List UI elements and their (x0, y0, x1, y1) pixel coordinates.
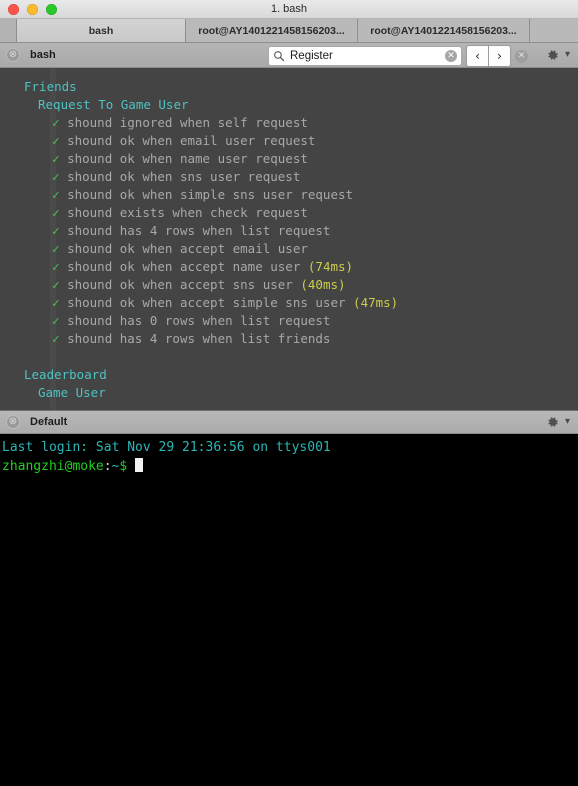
suite-heading-game-user: Game User (38, 385, 106, 400)
find-next-button[interactable]: › (488, 46, 510, 66)
pass-tick-icon: ✓ (52, 115, 60, 130)
title-bar: 1. bash (0, 0, 578, 19)
suite-heading-friends: Friends (24, 79, 77, 94)
top-pane-title: bash (30, 49, 56, 61)
suite-heading-request-to-game-user: Request To Game User (38, 97, 189, 112)
test-label: shound ok when accept name user (67, 259, 301, 274)
tab-bar-left-spacer (0, 19, 17, 42)
test-label: shound ok when accept sns user (67, 277, 293, 292)
find-nav-control: ‹ › (466, 45, 511, 67)
pass-tick-icon: ✓ (52, 169, 60, 184)
tab-bash[interactable]: bash (17, 19, 186, 42)
close-pane-icon[interactable]: ⊗ (6, 415, 20, 429)
prompt-symbol: $ (119, 459, 128, 474)
chevron-down-icon[interactable]: ▾ (565, 50, 570, 60)
pass-tick-icon: ✓ (52, 223, 60, 238)
pass-tick-icon: ✓ (52, 205, 60, 220)
search-input-value[interactable]: Register (290, 50, 445, 62)
test-label: shound ok when accept email user (67, 241, 308, 256)
gear-icon[interactable] (545, 415, 560, 430)
test-row: ✓ shound ok when accept email user (0, 240, 578, 258)
prompt-user-host: zhangzhi@moke (2, 459, 104, 474)
pass-tick-icon: ✓ (52, 187, 60, 202)
gear-icon[interactable] (545, 48, 560, 63)
test-label: shound ignored when self request (67, 115, 308, 130)
text-cursor (135, 458, 144, 472)
maximize-window-button[interactable] (46, 3, 57, 15)
test-label: shound has 4 rows when list request (67, 223, 331, 238)
pass-tick-icon: ✓ (52, 313, 60, 328)
test-row: ✓ shound has 4 rows when list friends (0, 330, 578, 348)
suite-heading-leaderboard: Leaderboard (24, 367, 107, 382)
test-row: ✓ shound has 0 rows when list request (0, 312, 578, 330)
window-title: 1. bash (270, 3, 308, 15)
tab-root-session-2[interactable]: root@AY1401221458156203... (358, 19, 530, 42)
test-label: shound ok when name user request (67, 151, 308, 166)
top-pane-header: ⊗ bash Register ✕ ‹ › ✕ ▾ (0, 43, 578, 68)
terminal-window: 1. bash bash root@AY1401221458156203... … (0, 0, 578, 786)
pass-tick-icon: ✓ (52, 295, 60, 310)
test-row: ✓ shound exists when check request (0, 204, 578, 222)
test-row: ✓ shound has 4 rows when list request (0, 222, 578, 240)
bottom-pane-header: ⊗ Default ▾ (0, 410, 578, 434)
pass-tick-icon: ✓ (52, 277, 60, 292)
test-duration: (40ms) (300, 277, 346, 292)
bottom-pane-header-actions: ▾ (545, 415, 572, 430)
prompt-colon: : (103, 459, 112, 474)
test-row: ✓ shound ok when sns user request (0, 168, 578, 186)
test-label: shound ok when sns user request (67, 169, 301, 184)
test-label: shound exists when check request (67, 205, 308, 220)
test-duration: (47ms) (353, 295, 399, 310)
test-row: ✓ shound ok when simple sns user request (0, 186, 578, 204)
chevron-down-icon[interactable]: ▾ (565, 417, 570, 427)
test-row: ✓ shound ok when email user request (0, 132, 578, 150)
bottom-pane-title: Default (30, 416, 68, 428)
test-label: shound has 0 rows when list request (67, 313, 331, 328)
close-pane-icon[interactable]: ⊗ (6, 48, 20, 62)
test-row: ✓ shound ok when accept sns user (40ms) (0, 276, 578, 294)
test-row: ✓ shound ignored when self request (0, 114, 578, 132)
minimize-window-button[interactable] (27, 3, 38, 15)
pass-tick-icon: ✓ (52, 133, 60, 148)
search-icon (274, 51, 285, 62)
find-bar: Register ✕ ‹ › ✕ (268, 45, 528, 67)
tab-bar: bash root@AY1401221458156203... root@AY1… (0, 19, 578, 43)
terminal-output-bottom[interactable]: Last login: Sat Nov 29 21:36:56 on ttys0… (0, 434, 578, 786)
test-duration: (74ms) (307, 259, 354, 274)
pass-tick-icon: ✓ (52, 331, 60, 346)
test-label: shound ok when simple sns user request (67, 187, 354, 202)
test-row: ✓ shound ok when name user request (0, 150, 578, 168)
test-label: shound ok when accept simple sns user (67, 295, 346, 310)
shell-prompt-line: zhangzhi@moke:~$ (2, 457, 578, 476)
test-label: shound has 4 rows when list friends (67, 331, 331, 346)
tab-bar-right-spacer (530, 19, 578, 42)
last-login-line: Last login: Sat Nov 29 21:36:56 on ttys0… (2, 440, 331, 455)
clear-search-icon[interactable]: ✕ (445, 50, 457, 62)
test-row: ✓ shound ok when accept name user (74ms) (0, 258, 578, 276)
pass-tick-icon: ✓ (52, 259, 60, 274)
dismiss-find-bar-icon[interactable]: ✕ (515, 49, 528, 63)
test-row: ✓ shound ok when accept simple sns user … (0, 294, 578, 312)
search-field[interactable]: Register ✕ (268, 46, 462, 66)
tab-root-session-1[interactable]: root@AY1401221458156203... (186, 19, 358, 42)
find-previous-button[interactable]: ‹ (467, 46, 488, 66)
pass-tick-icon: ✓ (52, 241, 60, 256)
terminal-output-top[interactable]: Friends Request To Game User ✓ shound ig… (0, 68, 578, 410)
test-label: shound ok when email user request (67, 133, 316, 148)
traffic-lights (0, 3, 57, 15)
top-pane-header-actions: ▾ (545, 48, 572, 63)
pass-tick-icon: ✓ (52, 151, 60, 166)
close-window-button[interactable] (8, 3, 19, 15)
